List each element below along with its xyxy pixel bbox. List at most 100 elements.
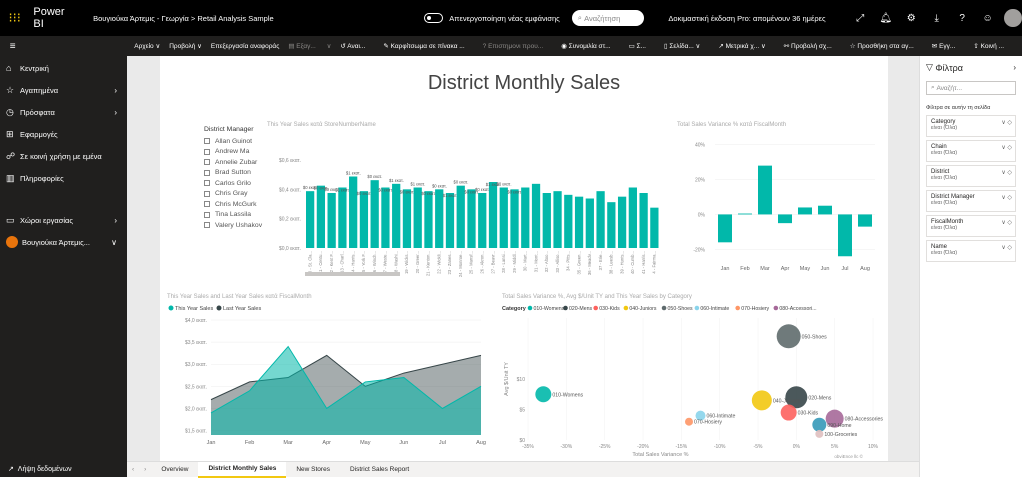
y-tick-label: $3,0 εκατ.: [185, 362, 207, 368]
bar: [574, 196, 584, 248]
metrics-button[interactable]: ↗ Μετρικά χ... ∨: [718, 42, 774, 50]
bar: [531, 183, 541, 248]
sales-area-chart[interactable]: This Year Sales and Last Year Sales κατά…: [165, 290, 490, 455]
chevron-right-icon[interactable]: ›: [139, 466, 151, 473]
arrow-icon: ↗: [8, 466, 18, 473]
share-button[interactable]: ⇪ Κοινή ...: [973, 42, 1013, 50]
x-tick-label: 17 - Weste...: [383, 251, 388, 275]
nav-recent[interactable]: ◷ Πρόσφατα ›: [0, 102, 127, 122]
chat-button[interactable]: ◉ Συνομιλία στ...: [561, 42, 619, 50]
tab-district-sales-report[interactable]: District Sales Report: [340, 462, 419, 478]
new-look-label: Απενεργοποίηση νέας εμφάνισης: [449, 13, 560, 23]
x-tick-label: -15%: [675, 444, 687, 450]
x-tick-label: 37 - Erie...: [598, 251, 603, 270]
checkbox[interactable]: [204, 211, 210, 218]
bar: [424, 191, 433, 248]
bubble: [812, 417, 827, 432]
checkbox[interactable]: [204, 148, 210, 155]
app-launcher-icon[interactable]: ⁝⁝⁝: [0, 0, 29, 36]
nav-learn[interactable]: ▥ Πληροφορίες: [0, 168, 127, 188]
legend-marker: [527, 305, 533, 311]
file-menu[interactable]: Αρχείο ∨: [134, 42, 160, 50]
store-sales-bar-chart[interactable]: This Year Sales κατά StoreNumberName $0,0…: [265, 118, 665, 278]
feedback-icon[interactable]: ☺: [975, 13, 1000, 24]
chevron-left-icon[interactable]: ‹: [127, 466, 139, 473]
hamburger-icon[interactable]: ≡: [0, 41, 25, 52]
checkbox[interactable]: [204, 138, 210, 145]
app-title[interactable]: Power BI: [33, 6, 77, 30]
download-icon[interactable]: ⤓: [924, 13, 949, 24]
search-box[interactable]: ⌕ Αναζήτηση: [571, 10, 645, 26]
email-button[interactable]: ✉ Εγγ...: [932, 42, 965, 50]
chevron-down-icon[interactable]: ∨ ◇: [1001, 119, 1012, 126]
help-icon[interactable]: ?: [949, 13, 974, 24]
edit-report-button[interactable]: Επεξεργασία αναφοράς: [211, 43, 279, 50]
pages-button[interactable]: ▯ Σελίδα... ∨: [664, 42, 709, 50]
qna-button[interactable]: ? Επιστημονι πρου...: [483, 43, 553, 50]
tab-overview[interactable]: Overview: [151, 462, 198, 478]
variance-bar-chart[interactable]: Total Sales Variance % κατά FiscalMonth 4…: [675, 118, 880, 278]
lineage-button[interactable]: ⚯ Προβολή σχ...: [784, 42, 841, 50]
chevron-down-icon[interactable]: ∨ ◇: [1001, 169, 1012, 176]
filter-card-fiscalmonth[interactable]: FiscalMonth είναι (Όλα) ∨ ◇: [926, 215, 1016, 237]
x-tick-label: 15 - York F...: [361, 251, 366, 274]
filter-card-district-manager[interactable]: District Manager είναι (Όλα) ∨ ◇: [926, 190, 1016, 212]
book-icon: ▥: [6, 172, 15, 183]
nav-apps[interactable]: ⊞ Εφαρμογές: [0, 124, 127, 144]
get-data-button[interactable]: ↗ Λήψη δεδομένων: [0, 461, 127, 477]
x-tick-label: Mar: [760, 266, 770, 272]
nav-home[interactable]: ⌂ Κεντρική: [0, 58, 127, 78]
comments-button[interactable]: ▭ Σ...: [629, 42, 655, 50]
filter-card-category[interactable]: Category είναι (Όλα) ∨ ◇: [926, 115, 1016, 137]
filter-card-district[interactable]: District είναι (Όλα) ∨ ◇: [926, 165, 1016, 187]
nav-my-workspace[interactable]: Βουγιούκα Άρτεμις... ∨: [0, 232, 127, 252]
bubble-label: 040-Juniors: [773, 398, 801, 404]
checkbox[interactable]: [204, 222, 210, 229]
chevron-down-icon[interactable]: ∨ ◇: [1001, 194, 1012, 201]
y-tick-label: $3,5 εκατ.: [185, 340, 207, 346]
export-button[interactable]: ▤ Εξαγ... ∨: [288, 42, 331, 50]
expand-icon[interactable]: ⤢: [848, 13, 873, 24]
filters-search-input[interactable]: ⌕ Αναζήτ...: [926, 81, 1016, 95]
nav-favorites[interactable]: ☆ Αγαπημένα ›: [0, 80, 127, 100]
x-tick-label: May: [360, 440, 371, 446]
bar: [456, 185, 465, 248]
category-scatter-chart[interactable]: Total Sales Variance %, Avg $/Unit TY an…: [500, 290, 885, 460]
checkbox[interactable]: [204, 190, 210, 197]
notification-icon[interactable]: 🔔︎: [873, 13, 898, 24]
checkbox[interactable]: [204, 169, 210, 176]
x-tick-label: 25 - Mansf...: [469, 251, 474, 274]
checkbox[interactable]: [204, 180, 210, 187]
tab-new-stores[interactable]: New Stores: [286, 462, 340, 478]
checkbox[interactable]: [204, 201, 210, 208]
avatar[interactable]: [1004, 9, 1022, 27]
nav-shared[interactable]: ☍ Σε κοινή χρήση με εμένα: [0, 146, 127, 166]
reset-button[interactable]: ↺ Αναι...: [340, 42, 374, 50]
filter-card-chain[interactable]: Chain είναι (Όλα) ∨ ◇: [926, 140, 1016, 162]
chevron-down-icon[interactable]: ∨ ◇: [1001, 219, 1012, 226]
view-menu[interactable]: Προβολή ∨: [169, 42, 202, 50]
filters-header: ▽ Φίλτρα ›: [920, 56, 1022, 79]
settings-icon[interactable]: ⚙: [899, 13, 924, 24]
trial-notice[interactable]: Δοκιμαστική έκδοση Pro: απομένουν 36 ημέ…: [668, 14, 825, 23]
x-tick-label: 35 - Green...: [576, 251, 581, 275]
legend-label: 050-Shoes: [668, 306, 693, 312]
collapse-icon[interactable]: ›: [1013, 63, 1016, 72]
bar: [499, 187, 508, 248]
breadcrumb[interactable]: Βουγιούκα Άρτεμις - Γεωργία > Retail Ana…: [93, 14, 274, 23]
pin-button[interactable]: ✎ Καρφίτσωμα σε πίνακα ...: [383, 42, 473, 50]
filters-search-placeholder: Αναζήτ...: [936, 84, 963, 92]
checkbox[interactable]: [204, 159, 210, 166]
filter-card-name[interactable]: Name είναι (Όλα) ∨ ◇: [926, 240, 1016, 262]
bubble-label: 050-Shoes: [802, 334, 827, 340]
new-look-toggle[interactable]: [423, 13, 444, 23]
bar: [349, 176, 358, 248]
favorite-button[interactable]: ☆ Προσθήκη στα αγ...: [850, 42, 923, 50]
bar: [359, 191, 369, 248]
chevron-right-icon: ›: [114, 85, 117, 95]
chevron-down-icon[interactable]: ∨ ◇: [1001, 144, 1012, 151]
tab-district-monthly-sales[interactable]: District Monthly Sales: [198, 461, 287, 478]
bar: [628, 187, 637, 248]
nav-workspaces[interactable]: ▭ Χώροι εργασίας ›: [0, 210, 127, 230]
chevron-down-icon[interactable]: ∨ ◇: [1001, 244, 1012, 251]
